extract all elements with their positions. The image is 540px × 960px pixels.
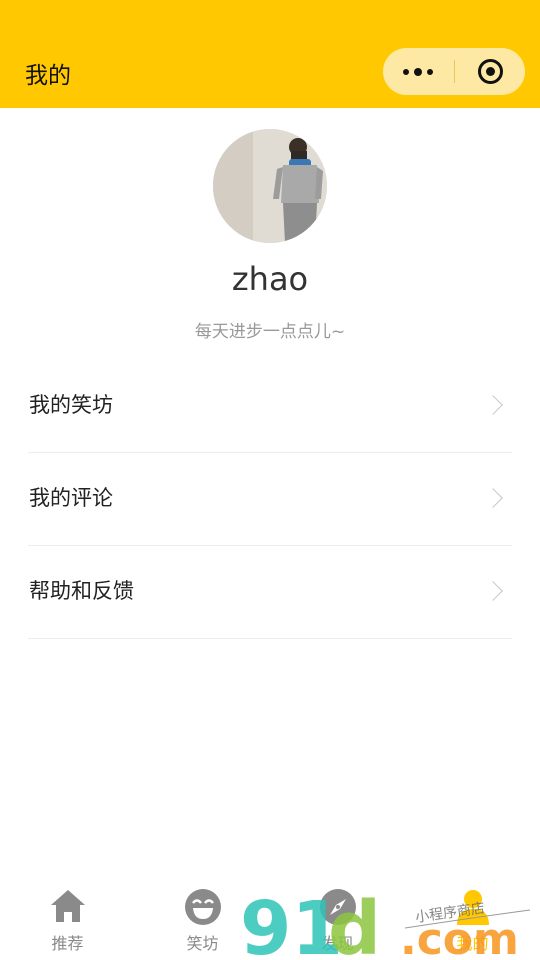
menu-item-label: 我的笑坊	[29, 393, 113, 417]
tab-recommend[interactable]: 推荐	[0, 870, 135, 960]
username: zhao	[231, 260, 309, 298]
tab-label: 我的	[456, 934, 489, 953]
user-icon	[456, 890, 489, 925]
laugh-icon	[184, 889, 221, 925]
tab-discover[interactable]: 发现	[270, 870, 405, 960]
miniprogram-capsule	[383, 48, 525, 95]
menu-item-my-xiaofang[interactable]: 我的笑坊	[28, 361, 512, 453]
menu-item-label: 帮助和反馈	[29, 579, 134, 603]
tab-label: 发现	[321, 934, 354, 953]
chevron-right-icon	[483, 395, 503, 415]
menu-item-label: 我的评论	[29, 486, 113, 510]
tab-label: 推荐	[51, 934, 84, 953]
chevron-right-icon	[483, 488, 503, 508]
home-icon	[50, 890, 85, 922]
close-miniprogram-icon[interactable]	[478, 59, 503, 84]
tab-bar: 推荐 笑坊 发现 我的	[0, 870, 540, 960]
capsule-divider	[454, 60, 455, 83]
chevron-right-icon	[483, 581, 503, 601]
user-motto: 每天进步一点点儿~	[194, 322, 346, 342]
tab-xiaofang[interactable]: 笑坊	[135, 870, 270, 960]
menu-item-help-feedback[interactable]: 帮助和反馈	[28, 547, 512, 639]
avatar[interactable]	[213, 129, 327, 243]
compass-icon	[319, 889, 356, 925]
navigation-bar: 我的	[0, 0, 540, 108]
tab-mine[interactable]: 我的	[405, 870, 540, 960]
tab-label: 笑坊	[186, 934, 219, 953]
more-menu-icon[interactable]	[383, 48, 453, 95]
page-title: 我的	[25, 63, 71, 89]
avatar-photo	[213, 129, 327, 243]
menu-item-my-comments[interactable]: 我的评论	[28, 454, 512, 546]
